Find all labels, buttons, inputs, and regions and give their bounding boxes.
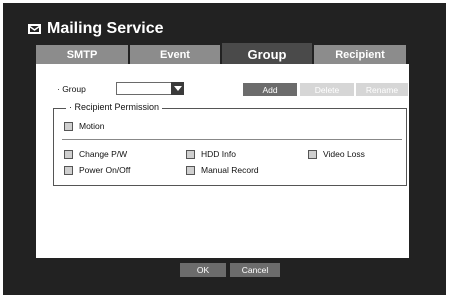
tab-smtp[interactable]: SMTP: [36, 45, 128, 64]
checkbox-box: [308, 149, 317, 159]
change-pw-checkbox[interactable]: Change P/W: [64, 149, 127, 159]
checkbox-box: [64, 165, 73, 175]
checkbox-box: [186, 149, 195, 159]
group-select[interactable]: [116, 82, 184, 95]
power-on-off-label: Power On/Off: [79, 165, 131, 175]
recipient-permission-legend: · Recipient Permission: [66, 102, 163, 112]
dialog-title-bar: Mailing Service: [28, 18, 164, 40]
divider: [62, 139, 402, 140]
content-panel: · Group Add Delete Rename · Recipient Pe…: [36, 64, 409, 258]
tab-event[interactable]: Event: [130, 45, 220, 64]
recipient-permission-group: · Recipient Permission Motion Change P/W…: [53, 102, 407, 186]
tab-group[interactable]: Group: [222, 43, 312, 65]
video-loss-label: Video Loss: [323, 149, 365, 159]
rename-button[interactable]: Rename: [356, 83, 408, 96]
dialog-title: Mailing Service: [47, 20, 164, 37]
checkbox-box: [64, 121, 73, 131]
hdd-info-label: HDD Info: [201, 149, 236, 159]
group-label: · Group: [57, 84, 86, 94]
ok-button[interactable]: OK: [180, 263, 226, 277]
manual-record-checkbox[interactable]: Manual Record: [186, 165, 259, 175]
tab-recipient[interactable]: Recipient: [314, 45, 406, 64]
delete-button[interactable]: Delete: [300, 83, 354, 96]
cancel-button[interactable]: Cancel: [230, 263, 280, 277]
checkbox-box: [64, 149, 73, 159]
tab-bar: SMTP Event Group Recipient: [36, 43, 408, 65]
motion-label: Motion: [79, 121, 105, 131]
manual-record-label: Manual Record: [201, 165, 259, 175]
motion-checkbox[interactable]: Motion: [64, 121, 105, 131]
change-pw-label: Change P/W: [79, 149, 128, 159]
mail-icon: [28, 24, 41, 34]
power-on-off-checkbox[interactable]: Power On/Off: [64, 165, 130, 175]
checkbox-box: [186, 165, 195, 175]
chevron-down-icon: [171, 82, 184, 95]
hdd-info-checkbox[interactable]: HDD Info: [186, 149, 236, 159]
add-button[interactable]: Add: [243, 83, 297, 96]
video-loss-checkbox[interactable]: Video Loss: [308, 149, 365, 159]
